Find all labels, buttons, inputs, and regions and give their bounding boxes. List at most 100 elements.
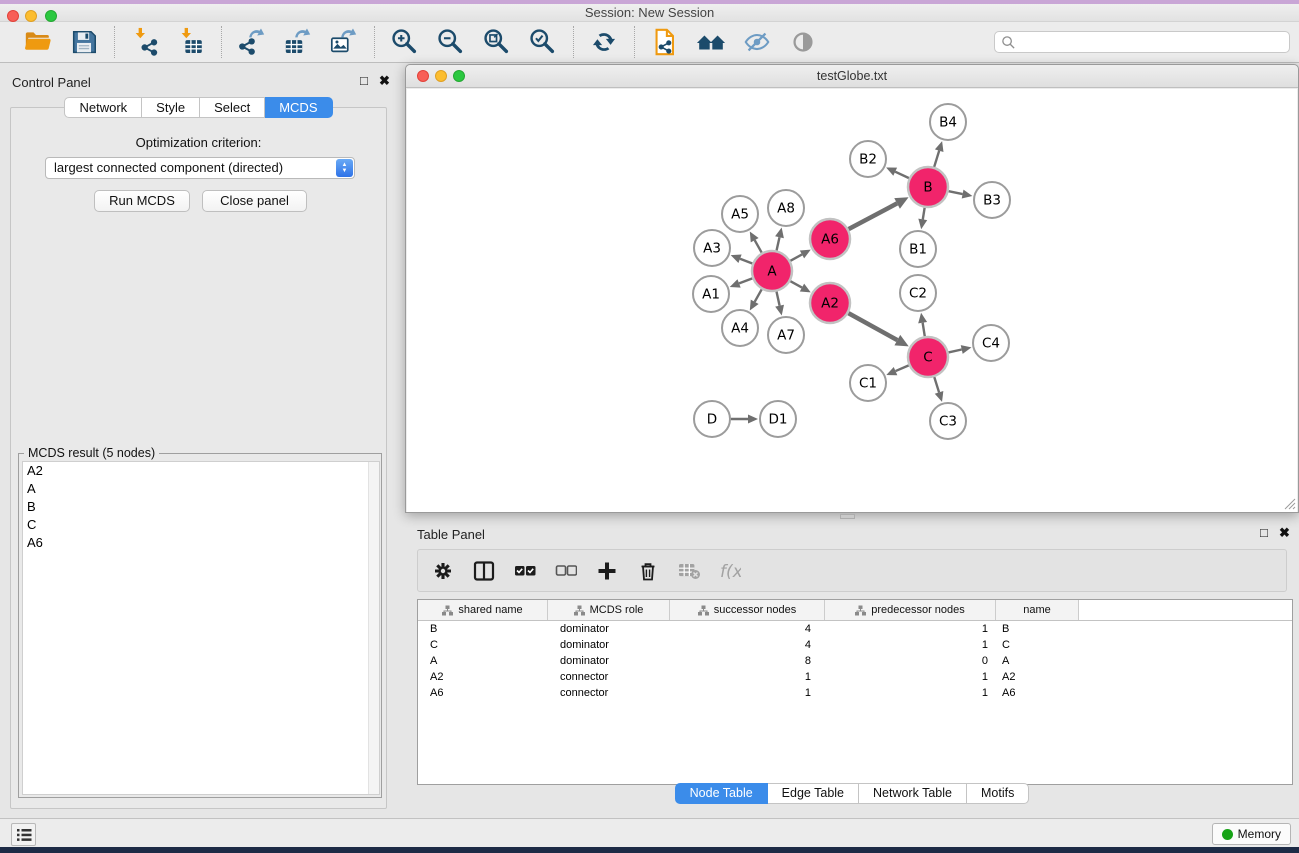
table-cell[interactable]: A — [996, 655, 1079, 667]
graph-node-B1[interactable]: B1 — [900, 231, 936, 267]
unselect-all-button[interactable] — [555, 560, 577, 582]
edge-A-A4[interactable] — [755, 289, 762, 302]
table-cell[interactable]: dominator — [548, 623, 670, 635]
table-cell[interactable]: 4 — [670, 639, 825, 651]
zoom-selected-button[interactable] — [527, 26, 559, 58]
scrollbar[interactable] — [368, 462, 379, 794]
graph-node-D[interactable]: D — [694, 401, 730, 437]
resize-grip-icon[interactable] — [1282, 496, 1296, 510]
graph-node-A5[interactable]: A5 — [722, 196, 758, 232]
open-session-button[interactable] — [22, 26, 54, 58]
edge-C-C2[interactable] — [923, 323, 925, 337]
tab-mcds[interactable]: MCDS — [265, 97, 332, 118]
table-cell[interactable]: B — [996, 623, 1079, 635]
graph-node-C4[interactable]: C4 — [973, 325, 1009, 361]
table-cell[interactable]: A2 — [418, 671, 548, 683]
mcds-result-item[interactable]: C — [23, 516, 379, 534]
graph-node-A7[interactable]: A7 — [768, 317, 804, 353]
zoom-out-button[interactable] — [435, 26, 467, 58]
column-header-name[interactable]: name — [996, 600, 1079, 620]
eye-button[interactable] — [787, 26, 819, 58]
table-cell[interactable]: C — [418, 639, 548, 651]
optimization-criterion-select[interactable]: largest connected component (directed) ▲… — [45, 157, 355, 179]
edge-A-A8[interactable] — [777, 237, 780, 250]
search-input[interactable] — [994, 31, 1290, 53]
tab-edge-table[interactable]: Edge Table — [768, 783, 859, 804]
table-cell[interactable]: C — [996, 639, 1079, 651]
table-row[interactable]: A2connector11A2 — [418, 669, 1292, 685]
edge-A2-C[interactable] — [848, 313, 897, 340]
column-header-shared-name[interactable]: shared name — [418, 600, 548, 620]
edge-B-B4[interactable] — [934, 151, 939, 167]
edge-A-A1[interactable] — [739, 278, 752, 283]
task-history-button[interactable] — [11, 823, 36, 846]
edge-A6-B[interactable] — [849, 203, 898, 229]
save-session-button[interactable] — [68, 26, 100, 58]
graph-node-B2[interactable]: B2 — [850, 141, 886, 177]
table-cell[interactable]: 8 — [670, 655, 825, 667]
zoom-fit-button[interactable] — [481, 26, 513, 58]
export-table-button[interactable] — [282, 26, 314, 58]
gear-button[interactable] — [432, 560, 454, 582]
home-button[interactable] — [695, 26, 727, 58]
refresh-button[interactable] — [588, 26, 620, 58]
mcds-result-item[interactable]: B — [23, 498, 379, 516]
graph-node-B[interactable]: B — [908, 167, 948, 207]
table-cell[interactable]: connector — [548, 671, 670, 683]
table-cell[interactable]: 1 — [825, 671, 996, 683]
table-cell[interactable]: 1 — [670, 687, 825, 699]
table-cell[interactable]: A6 — [996, 687, 1079, 699]
table-row[interactable]: A6connector11A6 — [418, 685, 1292, 701]
node-table-header[interactable]: shared nameMCDS rolesuccessor nodesprede… — [418, 600, 1292, 621]
table-row[interactable]: Cdominator41C — [418, 637, 1292, 653]
tab-node-table[interactable]: Node Table — [675, 783, 768, 804]
network-document-button[interactable] — [649, 26, 681, 58]
table-cell[interactable]: dominator — [548, 639, 670, 651]
columns-button[interactable] — [473, 560, 495, 582]
table-cell[interactable]: connector — [548, 687, 670, 699]
graph-node-B4[interactable]: B4 — [930, 104, 966, 140]
tab-network-table[interactable]: Network Table — [859, 783, 967, 804]
graph-node-A4[interactable]: A4 — [722, 310, 758, 346]
tab-style[interactable]: Style — [142, 97, 200, 118]
tab-select[interactable]: Select — [200, 97, 265, 118]
edge-A-A5[interactable] — [755, 240, 762, 253]
table-cell[interactable]: A — [418, 655, 548, 667]
mcds-result-item[interactable]: A — [23, 480, 379, 498]
close-traffic-light-icon[interactable] — [417, 70, 429, 82]
mcds-result-item[interactable]: A6 — [23, 534, 379, 552]
table-cell[interactable]: 4 — [670, 623, 825, 635]
add-button[interactable] — [596, 560, 618, 582]
graph-node-A2[interactable]: A2 — [810, 283, 850, 323]
select-all-button[interactable] — [514, 560, 536, 582]
close-traffic-light-icon[interactable] — [7, 10, 19, 22]
table-row[interactable]: Bdominator41B — [418, 621, 1292, 637]
column-header-successor-nodes[interactable]: successor nodes — [670, 600, 825, 620]
graph-node-D1[interactable]: D1 — [760, 401, 796, 437]
table-cell[interactable]: A6 — [418, 687, 548, 699]
minimize-traffic-light-icon[interactable] — [435, 70, 447, 82]
edge-B-B3[interactable] — [949, 191, 963, 194]
close-icon[interactable]: ✖ — [379, 74, 390, 88]
close-panel-button[interactable]: Close panel — [202, 190, 307, 212]
zoom-in-button[interactable] — [389, 26, 421, 58]
column-header-MCDS-role[interactable]: MCDS role — [548, 600, 670, 620]
export-image-button[interactable] — [328, 26, 360, 58]
zoom-traffic-light-icon[interactable] — [453, 70, 465, 82]
import-network-button[interactable] — [129, 26, 161, 58]
graph-node-C2[interactable]: C2 — [900, 275, 936, 311]
minimize-traffic-light-icon[interactable] — [25, 10, 37, 22]
search-input-field[interactable] — [1016, 35, 1289, 49]
table-cell[interactable]: 1 — [825, 687, 996, 699]
graph-node-A3[interactable]: A3 — [694, 230, 730, 266]
column-header-predecessor-nodes[interactable]: predecessor nodes — [825, 600, 996, 620]
graph-node-A6[interactable]: A6 — [810, 219, 850, 259]
float-icon[interactable]: □ — [1260, 526, 1268, 540]
float-icon[interactable]: □ — [360, 74, 368, 88]
graph-node-A1[interactable]: A1 — [693, 276, 729, 312]
close-icon[interactable]: ✖ — [1279, 526, 1290, 540]
tab-network[interactable]: Network — [64, 97, 142, 118]
import-table-button[interactable] — [175, 26, 207, 58]
table-cell[interactable]: B — [418, 623, 548, 635]
mcds-result-list[interactable]: A2ABCA6 — [22, 461, 380, 795]
